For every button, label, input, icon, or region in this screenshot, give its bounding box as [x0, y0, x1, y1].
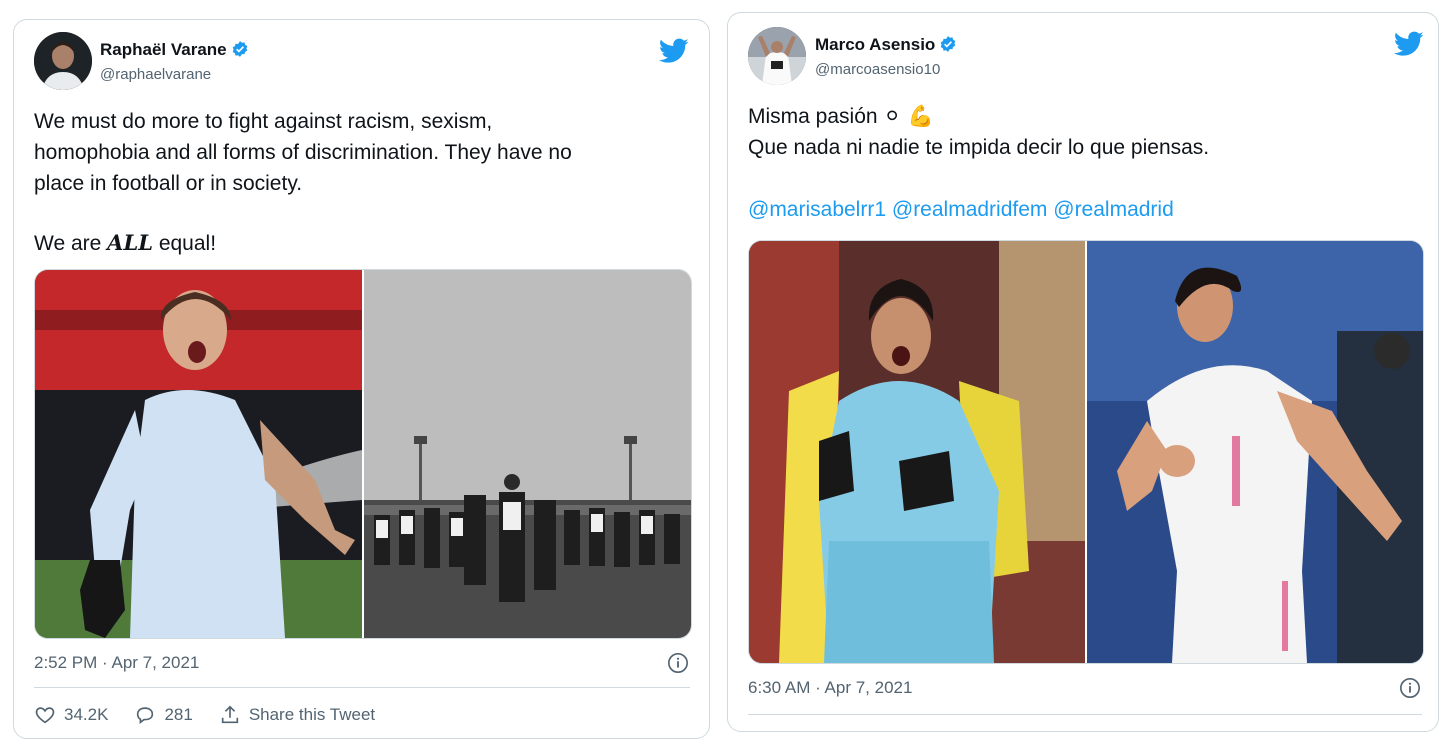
mention-link[interactable]: @realmadrid — [1053, 198, 1174, 221]
author-name[interactable]: Raphaël Varane — [100, 40, 249, 60]
author-name[interactable]: Marco Asensio — [815, 35, 957, 55]
divider — [748, 714, 1422, 715]
verified-badge-icon — [941, 36, 956, 52]
verified-badge-icon — [232, 41, 247, 57]
share-button[interactable]: Share this Tweet — [219, 704, 375, 726]
tweet-text-line: Misma pasión ⚪ 💪 — [748, 104, 934, 128]
share-icon — [221, 705, 238, 724]
reply-icon — [137, 707, 154, 724]
avatar[interactable] — [748, 27, 806, 85]
tweet-text-line: We must do more to fight against racism,… — [34, 110, 493, 133]
info-icon[interactable] — [667, 652, 689, 674]
tweet-text-line: homophobia and all forms of discriminati… — [34, 141, 572, 164]
tweet-actions: 34.2K 281 Share this Tweet — [34, 704, 375, 726]
tweet-text-line: place in football or in society. — [34, 172, 303, 195]
divider — [34, 687, 690, 688]
twitter-bird-icon[interactable] — [1394, 31, 1424, 57]
media-photo-goalkeeper[interactable] — [35, 270, 364, 638]
avatar[interactable] — [34, 32, 92, 90]
media-photo-team-bw[interactable] — [364, 270, 691, 638]
share-label: Share this Tweet — [248, 705, 376, 724]
author-handle[interactable]: @raphaelvarane — [100, 66, 211, 83]
tweet-media[interactable] — [34, 269, 692, 639]
tweet-timestamp[interactable]: 6:30 AM · Apr 7, 2021 — [748, 678, 912, 698]
media-photo-asensio[interactable] — [1087, 241, 1423, 663]
tweet-text: We must do more to fight against racism,… — [34, 106, 694, 259]
reply-button[interactable]: 281 — [134, 704, 193, 726]
like-count: 34.2K — [64, 705, 109, 724]
tweet-card-varane[interactable]: Raphaël Varane @raphaelvarane We must do… — [13, 19, 710, 739]
mention-link[interactable]: @marisabelrr1 — [748, 198, 886, 221]
tweet-media[interactable] — [748, 240, 1424, 664]
tweet-timestamp[interactable]: 2:52 PM · Apr 7, 2021 — [34, 653, 199, 673]
tweet-text-equal: We are 𝑨𝑳𝑳 equal! — [34, 230, 217, 255]
tweet-text-emoji: ⚪ 💪 — [883, 104, 934, 128]
reply-count: 281 — [164, 705, 193, 724]
info-icon[interactable] — [1399, 677, 1421, 699]
author-handle[interactable]: @marcoasensio10 — [815, 61, 940, 78]
mention-row: @marisabelrr1 @realmadridfem @realmadrid — [748, 194, 1428, 225]
heart-icon — [35, 707, 55, 724]
tweet-text: Misma pasión ⚪ 💪 Que nada ni nadie te im… — [748, 101, 1428, 225]
like-button[interactable]: 34.2K — [34, 704, 108, 726]
media-photo-goalkeeper[interactable] — [749, 241, 1087, 663]
twitter-bird-icon[interactable] — [659, 38, 689, 64]
tweet-card-asensio[interactable]: Marco Asensio @marcoasensio10 Misma pasi… — [727, 12, 1439, 732]
tweet-text-line: Que nada ni nadie te impida decir lo que… — [748, 136, 1210, 159]
mention-link[interactable]: @realmadridfem — [892, 198, 1048, 221]
